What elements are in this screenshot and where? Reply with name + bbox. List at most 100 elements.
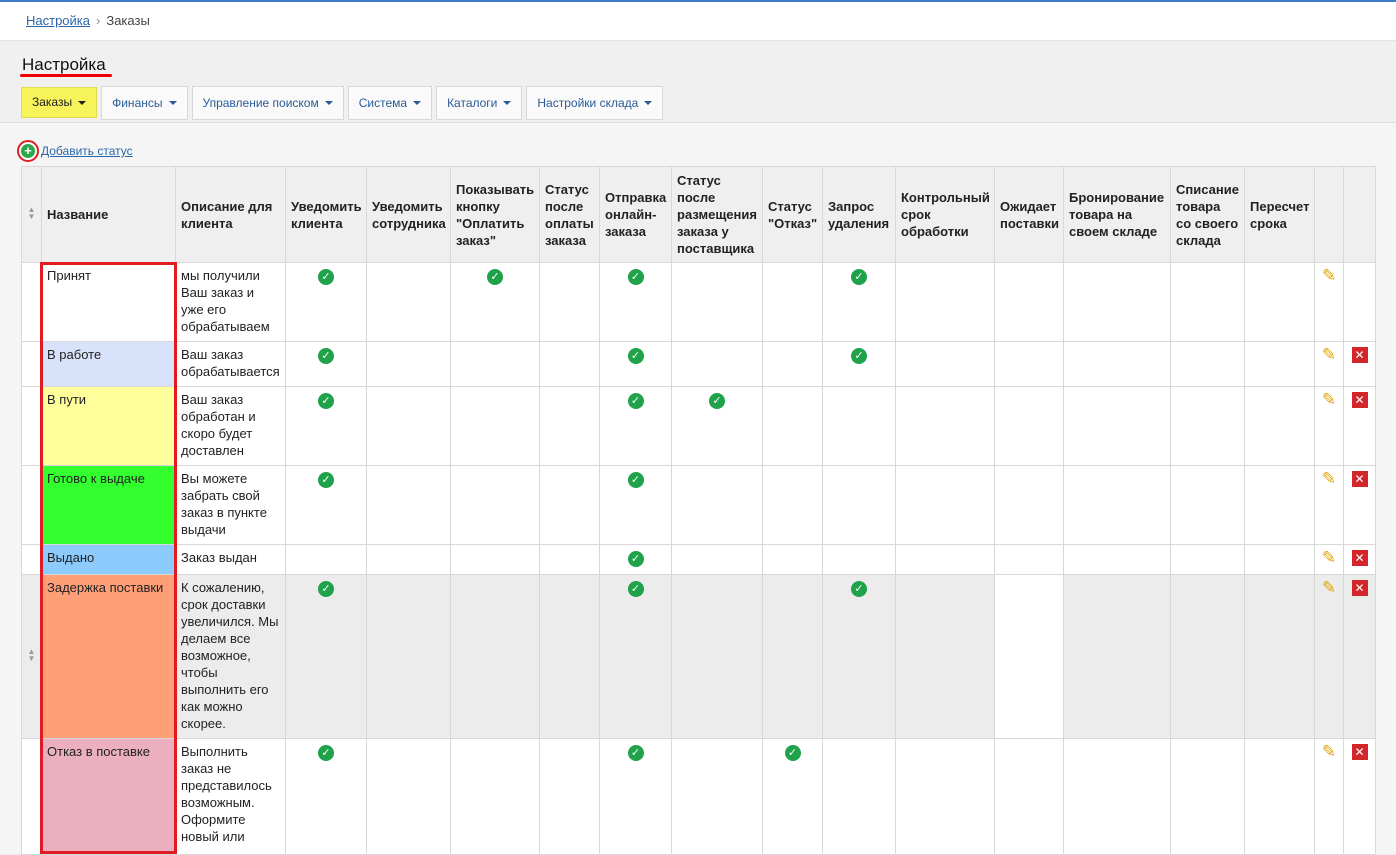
delete-x-icon[interactable]: ✕ xyxy=(1351,550,1368,566)
status-description-cell: Выполнить заказ не представилось возможн… xyxy=(175,738,286,855)
pencil-edit-icon[interactable]: ✎ xyxy=(1322,549,1336,566)
delete-x-icon[interactable]: ✕ xyxy=(1351,580,1368,596)
caret-down-icon xyxy=(78,100,87,105)
sort-handle-header[interactable]: ▲ ▼ xyxy=(21,166,42,263)
tab-label: Финансы xyxy=(112,95,163,110)
flag-cell xyxy=(539,574,600,739)
delete-x-icon[interactable]: ✕ xyxy=(1351,392,1368,408)
drag-arrows-icon: ▲ ▼ xyxy=(27,647,36,663)
tab-search-management[interactable]: Управление поиском xyxy=(191,86,344,120)
status-description-cell: Ваш заказ обработан и скоро будет достав… xyxy=(175,386,286,466)
flag-cell xyxy=(1244,574,1315,739)
column-header: Контрольный срок обработки xyxy=(895,166,995,263)
flag-cell: ✓ xyxy=(285,465,367,545)
row-drag-handle[interactable] xyxy=(21,738,42,855)
flag-cell: ✓ xyxy=(285,574,367,739)
delete-x-icon[interactable]: ✕ xyxy=(1351,347,1368,363)
flag-cell xyxy=(1063,738,1171,855)
pencil-edit-icon[interactable]: ✎ xyxy=(1322,267,1336,284)
row-drag-handle[interactable] xyxy=(21,465,42,545)
tab-warehouse-settings[interactable]: Настройки склада xyxy=(526,86,664,120)
flag-cell xyxy=(539,341,600,387)
row-drag-handle[interactable] xyxy=(21,341,42,387)
table-row: Принят мы получили Ваш заказ и уже его об… xyxy=(21,262,1376,342)
flag-cell xyxy=(994,465,1064,545)
flag-cell xyxy=(671,465,763,545)
status-description-cell: мы получили Ваш заказ и уже его обрабаты… xyxy=(175,262,286,342)
delete-x-icon[interactable]: ✕ xyxy=(1351,744,1368,760)
row-drag-handle[interactable] xyxy=(21,262,42,342)
flag-cell xyxy=(1170,738,1245,855)
flag-cell xyxy=(539,544,600,575)
caret-down-icon xyxy=(503,101,512,105)
flag-cell: ✓ xyxy=(762,738,823,855)
check-circle-icon: ✓ xyxy=(318,745,334,761)
flag-cell xyxy=(1170,341,1245,387)
flag-cell xyxy=(1244,341,1315,387)
flag-cell xyxy=(994,544,1064,575)
column-header: Уведомить сотрудника xyxy=(366,166,451,263)
delete-cell xyxy=(1343,262,1376,342)
add-plus-icon[interactable]: + xyxy=(17,140,39,162)
flag-cell: ✓ xyxy=(671,386,763,466)
tab-finance[interactable]: Финансы xyxy=(101,86,188,120)
column-header: Уведомить клиента xyxy=(285,166,367,263)
row-drag-handle[interactable] xyxy=(21,544,42,575)
add-status-link[interactable]: Добавить статус xyxy=(41,144,133,158)
status-name-cell: Готово к выдаче xyxy=(41,465,176,545)
flag-cell xyxy=(1244,262,1315,342)
flag-cell xyxy=(895,738,995,855)
tab-label: Настройки склада xyxy=(537,95,639,110)
column-header: Бронирование товара на своем складе xyxy=(1063,166,1171,263)
flag-cell: ✓ xyxy=(599,262,672,342)
delete-cell: ✕ xyxy=(1343,386,1376,466)
title-underline-annotation xyxy=(20,74,112,77)
pencil-edit-icon[interactable]: ✎ xyxy=(1322,579,1336,596)
breadcrumb-root-link[interactable]: Настройка xyxy=(26,13,90,28)
flag-cell xyxy=(450,465,540,545)
flag-cell xyxy=(1170,574,1245,739)
flag-cell xyxy=(450,544,540,575)
delete-cell: ✕ xyxy=(1343,738,1376,855)
check-circle-icon: ✓ xyxy=(627,745,644,761)
pencil-edit-icon[interactable]: ✎ xyxy=(1322,346,1336,363)
column-header: Статус "Отказ" xyxy=(762,166,823,263)
delete-x-icon[interactable]: ✕ xyxy=(1351,471,1368,487)
column-header[interactable]: Название xyxy=(41,166,176,263)
table-row: В пути Ваш заказ обработан и скоро будет … xyxy=(21,386,1376,466)
row-drag-handle[interactable] xyxy=(21,386,42,466)
tab-system[interactable]: Система xyxy=(347,86,433,120)
row-drag-handle[interactable]: ▲ ▼ xyxy=(21,574,42,739)
flag-cell xyxy=(539,262,600,342)
breadcrumb-current: Заказы xyxy=(106,13,150,28)
flag-cell xyxy=(450,386,540,466)
caret-down-icon xyxy=(413,101,422,105)
flag-cell: ✓ xyxy=(285,738,367,855)
check-circle-icon: ✓ xyxy=(627,581,644,597)
tab-catalogs[interactable]: Каталоги xyxy=(436,86,523,120)
delete-cell: ✕ xyxy=(1343,544,1376,575)
column-header: Описание для клиента xyxy=(175,166,286,263)
flag-cell: ✓ xyxy=(599,341,672,387)
flag-cell xyxy=(762,262,823,342)
flag-cell xyxy=(762,465,823,545)
check-circle-icon: ✓ xyxy=(851,348,867,364)
flag-cell: ✓ xyxy=(822,262,896,342)
flag-cell xyxy=(450,738,540,855)
flag-cell xyxy=(1244,386,1315,466)
table-row: ▲ ▼ Задержка поставки К сожалению, срок дос… xyxy=(21,574,1376,739)
pencil-edit-icon[interactable]: ✎ xyxy=(1322,743,1336,760)
status-name-cell: Отказ в поставке xyxy=(41,738,176,855)
check-circle-icon: ✓ xyxy=(318,472,334,488)
check-circle-icon: ✓ xyxy=(318,348,334,364)
tab-orders[interactable]: Заказы xyxy=(21,87,98,118)
flag-cell: ✓ xyxy=(285,262,367,342)
caret-down-icon xyxy=(324,101,333,105)
flag-cell xyxy=(822,544,896,575)
flag-cell xyxy=(994,738,1064,855)
pencil-edit-icon[interactable]: ✎ xyxy=(1322,470,1336,487)
flag-cell xyxy=(366,341,451,387)
check-circle-icon: ✓ xyxy=(627,472,644,488)
pencil-edit-icon[interactable]: ✎ xyxy=(1322,391,1336,408)
flag-cell xyxy=(1170,544,1245,575)
